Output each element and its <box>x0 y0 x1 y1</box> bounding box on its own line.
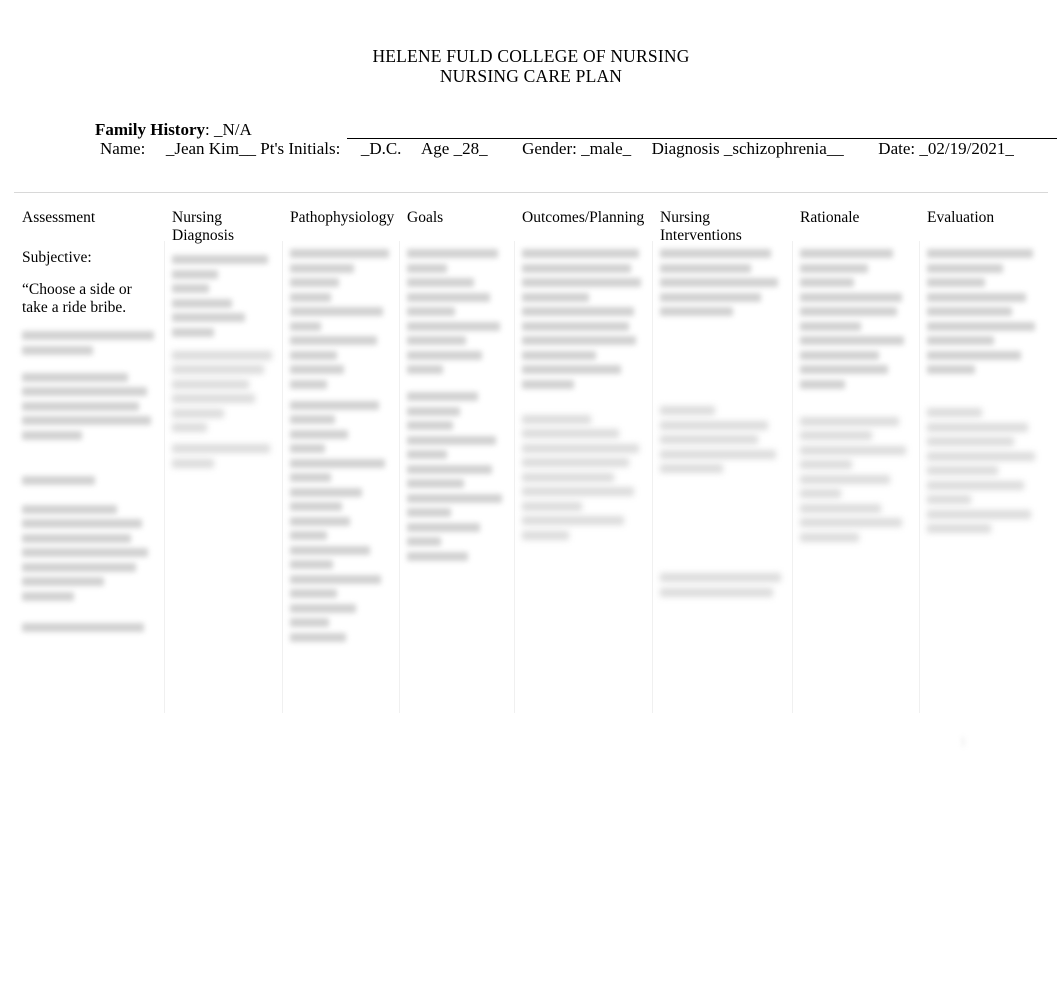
redacted-text-block <box>407 392 508 561</box>
page-number: 1 <box>959 735 967 750</box>
patient-header-block: Family History: _N/A Name: _Jean Kim__ P… <box>95 120 1057 158</box>
initials-label: Pt's Initials: <box>260 139 341 158</box>
redacted-text-block <box>522 414 646 540</box>
diagnosis-label: Diagnosis <box>651 139 720 158</box>
cell-rationale <box>792 241 919 713</box>
redacted-text-block <box>22 372 158 440</box>
redacted-text-block <box>407 249 508 374</box>
family-history-line: Family History: _N/A <box>95 120 1057 139</box>
redacted-text-block <box>172 255 276 337</box>
table-header-row: Assessment Nursing Diagnosis Pathophysio… <box>14 193 1048 244</box>
patient-info-line: Name: _Jean Kim__ Pt's Initials: _D.C. A… <box>100 139 1014 158</box>
redacted-text-block <box>172 350 276 432</box>
redacted-text-block <box>22 622 158 632</box>
subjective-quote: “Choose a side or take a ride bribe. <box>22 281 132 316</box>
redacted-text-block <box>290 249 393 389</box>
date-label: Date: <box>878 139 916 158</box>
redacted-text-block <box>22 504 158 601</box>
cell-outcomes-planning <box>514 241 652 713</box>
redacted-text-block <box>800 416 913 542</box>
redacted-text-block <box>660 249 786 316</box>
family-history-label: Family History <box>95 120 206 139</box>
column-header-assessment: Assessment <box>22 209 96 226</box>
cell-goals <box>399 241 514 713</box>
column-header-outcomes-planning: Outcomes/Planning <box>522 209 645 226</box>
table-row: Subjective: “Choose a side or take a rid… <box>14 241 1048 713</box>
nursing-care-plan-table: Assessment Nursing Diagnosis Pathophysio… <box>14 192 1048 713</box>
cell-pathophysiology <box>282 241 399 713</box>
column-header-nursing-diagnosis: Nursing Diagnosis <box>172 209 234 244</box>
redacted-text-block <box>800 249 913 389</box>
gender-value: _male_ <box>581 139 632 158</box>
age-label: Age <box>421 139 450 158</box>
gender-label: Gender: <box>522 139 577 158</box>
initials-value: _D.C. <box>360 139 402 158</box>
document-title-line-2: NURSING CARE PLAN <box>439 66 623 86</box>
column-header-pathophysiology: Pathophysiology <box>290 209 395 226</box>
redacted-text-block <box>290 400 393 642</box>
age-value: _28_ <box>453 139 488 158</box>
column-header-rationale: Rationale <box>800 209 860 226</box>
name-label: Name: <box>100 139 146 158</box>
cell-assessment: Subjective: “Choose a side or take a rid… <box>14 241 164 713</box>
assessment-content: Subjective: “Choose a side or take a rid… <box>22 249 158 317</box>
redacted-text-block <box>660 406 786 473</box>
redacted-text-block <box>927 408 1042 533</box>
diagnosis-value: _schizophrenia__ <box>723 139 844 158</box>
redacted-text-block <box>660 573 786 597</box>
subjective-label: Subjective: <box>22 249 92 266</box>
redacted-text-block <box>22 331 158 355</box>
redacted-text-block <box>22 475 158 485</box>
redacted-text-block <box>172 444 276 468</box>
name-value: _Jean Kim__ <box>165 139 257 158</box>
family-history-value: _N/A <box>214 120 252 139</box>
cell-evaluation <box>919 241 1048 713</box>
family-history-separator: : <box>205 120 214 139</box>
redacted-text-block <box>927 249 1042 374</box>
cell-nursing-interventions <box>652 241 792 713</box>
column-header-nursing-interventions: Nursing Interventions <box>660 209 742 244</box>
column-header-evaluation: Evaluation <box>927 209 995 226</box>
cell-nursing-diagnosis <box>164 241 282 713</box>
column-header-goals: Goals <box>407 209 444 226</box>
date-value: _02/19/2021_ <box>919 139 1014 158</box>
redacted-text-block <box>522 249 646 389</box>
document-title-line-1: HELENE FULD COLLEGE OF NURSING <box>372 46 690 66</box>
